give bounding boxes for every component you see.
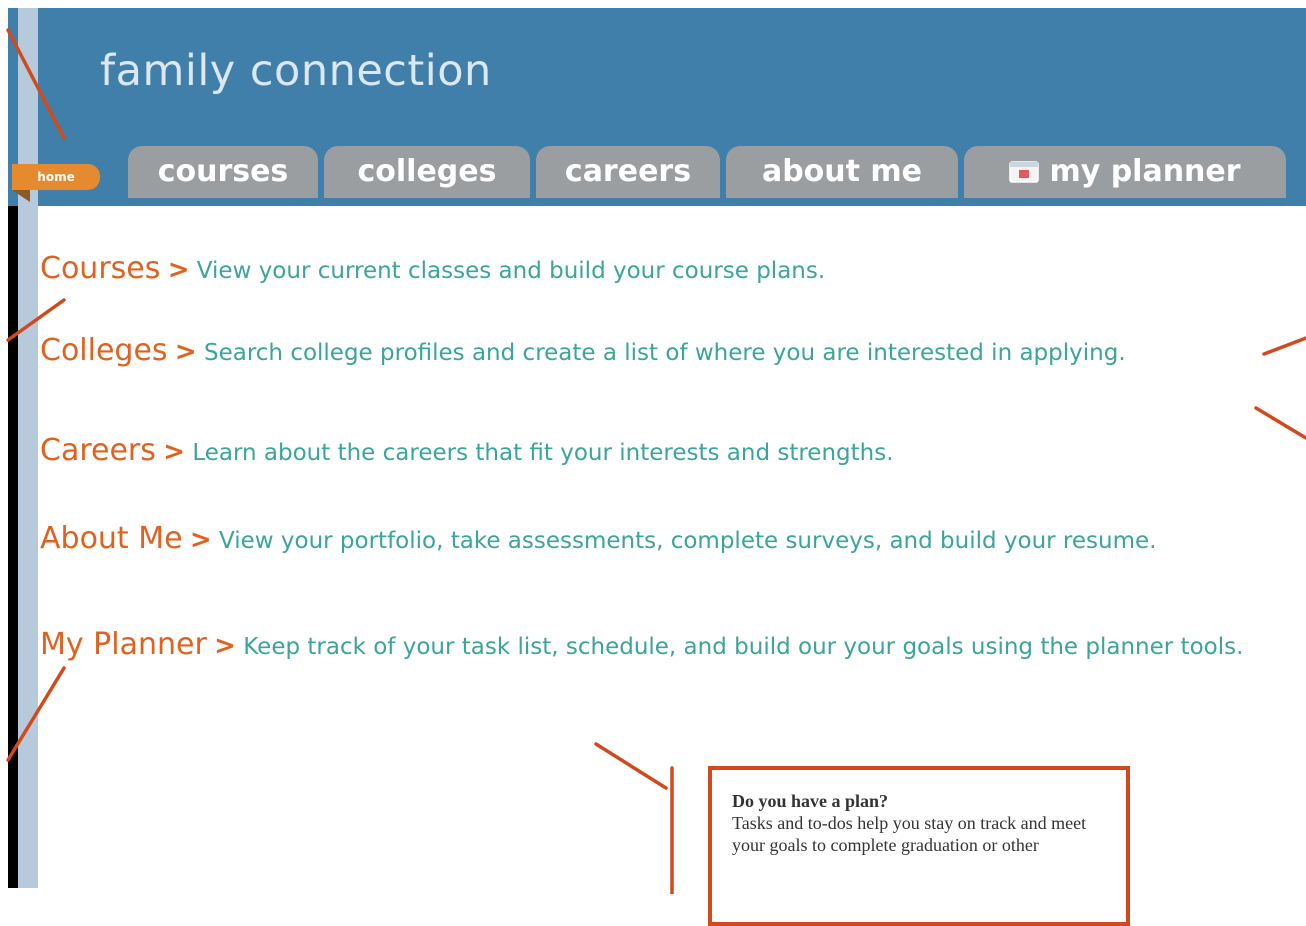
section-about-me: About Me > View your portfolio, take ass… xyxy=(40,522,1302,558)
section-colleges: Colleges > Search college profiles and c… xyxy=(40,334,1302,370)
section-arrow: > xyxy=(163,437,185,467)
callout-text: Tasks and to-dos help you stay on track … xyxy=(732,813,1087,855)
section-arrow: > xyxy=(167,255,190,285)
section-description: Keep track of your task list, schedule, … xyxy=(243,634,1244,660)
section-title-my-planner[interactable]: My Planner xyxy=(40,627,207,662)
tab-my-planner-label: my planner xyxy=(1049,154,1241,189)
section-title-colleges[interactable]: Colleges xyxy=(40,333,168,368)
main-tabs: home courses colleges careers about me m… xyxy=(0,140,1298,202)
planner-callout: Do you have a plan? Tasks and to-dos hel… xyxy=(708,766,1130,926)
tab-about-me[interactable]: about me xyxy=(726,146,958,198)
section-courses: Courses > View your current classes and … xyxy=(40,252,1302,288)
section-my-planner: My Planner > Keep track of your task lis… xyxy=(40,628,1302,664)
section-title-careers[interactable]: Careers xyxy=(40,433,156,468)
section-title-courses[interactable]: Courses xyxy=(40,251,160,286)
app-title: family connection xyxy=(100,46,492,96)
section-arrow: > xyxy=(189,525,212,555)
section-title-about-me[interactable]: About Me xyxy=(40,521,183,556)
home-tab-fold xyxy=(12,190,30,202)
tab-colleges[interactable]: colleges xyxy=(324,146,530,198)
section-description: Search college profiles and create a lis… xyxy=(203,340,1126,366)
section-description: View your current classes and build your… xyxy=(196,258,826,284)
tab-home[interactable]: home xyxy=(12,164,100,190)
tab-courses[interactable]: courses xyxy=(128,146,318,198)
section-description: Learn about the careers that fit your in… xyxy=(192,440,894,466)
tab-careers[interactable]: careers xyxy=(536,146,720,198)
section-careers: Careers > Learn about the careers that f… xyxy=(40,434,1302,470)
tab-my-planner[interactable]: my planner xyxy=(964,146,1286,198)
section-arrow: > xyxy=(214,631,236,661)
calendar-icon xyxy=(1009,161,1040,183)
section-description: View your portfolio, take assessments, c… xyxy=(219,528,1157,554)
callout-title: Do you have a plan? xyxy=(732,791,889,811)
section-arrow: > xyxy=(174,337,197,367)
